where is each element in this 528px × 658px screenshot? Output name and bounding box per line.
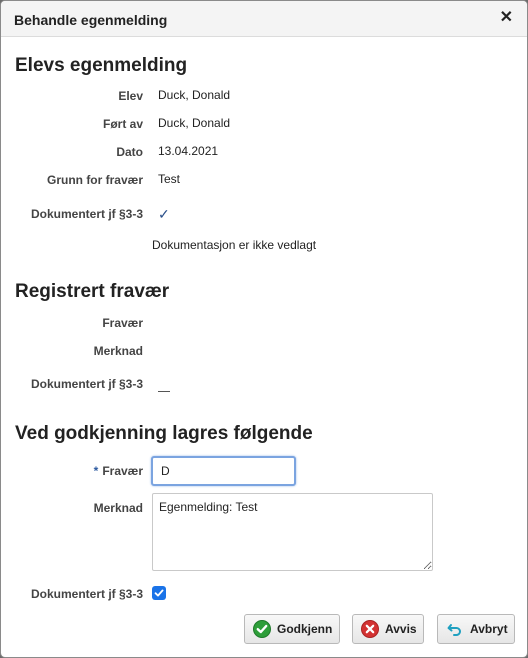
- check-circle-icon: [253, 620, 271, 638]
- label-registrert-fravaer: Fravær: [102, 316, 143, 330]
- avbryt-label: Avbryt: [470, 622, 508, 636]
- value-grunn-for-fravaer: Test: [158, 172, 181, 186]
- dokumentasjon-note: Dokumentasjon er ikke vedlagt: [152, 238, 317, 252]
- avbryt-button[interactable]: Avbryt: [437, 614, 515, 644]
- label-godkjenning-dokumentert: Dokumentert jf §3-3: [30, 587, 143, 601]
- value-elev: Duck, Donald: [158, 88, 231, 102]
- section-title-ved-godkjenning: Ved godkjenning lagres følgende: [15, 423, 313, 444]
- label-godkjenning-merknad: Merknad: [93, 501, 143, 515]
- dokumentert-check-icon: ✓: [158, 206, 170, 222]
- close-icon[interactable]: ✕: [500, 10, 513, 26]
- dialog-titlebar: Behandle egenmelding ✕: [1, 1, 527, 37]
- merknad-textarea[interactable]: Egenmelding: Test: [152, 493, 433, 571]
- dialog-title: Behandle egenmelding: [14, 12, 168, 28]
- dokumentert-empty-dash: [158, 391, 170, 392]
- label-godkjenning-fravaer: * Fravær: [94, 464, 143, 478]
- required-marker: *: [93, 464, 99, 478]
- x-circle-icon: [361, 620, 379, 638]
- section-title-elevs-egenmelding: Elevs egenmelding: [15, 55, 188, 76]
- value-dato: 13.04.2021: [158, 144, 219, 158]
- label-elev: Elev: [118, 89, 143, 103]
- undo-arrow-icon: [446, 620, 464, 638]
- godkjenn-button[interactable]: Godkjenn: [244, 614, 340, 644]
- godkjenn-label: Godkjenn: [277, 622, 333, 636]
- dialog: Behandle egenmelding ✕ Elevs egenmelding…: [0, 0, 528, 658]
- label-dato: Dato: [116, 145, 143, 159]
- label-grunn-for-fravaer: Grunn for fravær: [46, 173, 143, 187]
- label-fort-av: Ført av: [102, 117, 143, 131]
- fravaer-input[interactable]: [151, 456, 296, 486]
- avvis-label: Avvis: [385, 622, 417, 636]
- value-fort-av: Duck, Donald: [158, 116, 231, 130]
- checkbox-check-icon: [154, 589, 164, 597]
- label-godkjenning-fravaer-text: Fravær: [102, 464, 143, 478]
- dokumentert-checkbox[interactable]: [152, 586, 166, 600]
- section-title-registrert-fravaer: Registrert fravær: [15, 281, 170, 302]
- label-registrert-merknad: Merknad: [93, 344, 143, 358]
- label-dokumentert: Dokumentert jf §3-3: [30, 207, 143, 221]
- label-registrert-dokumentert: Dokumentert jf §3-3: [30, 377, 143, 391]
- avvis-button[interactable]: Avvis: [352, 614, 424, 644]
